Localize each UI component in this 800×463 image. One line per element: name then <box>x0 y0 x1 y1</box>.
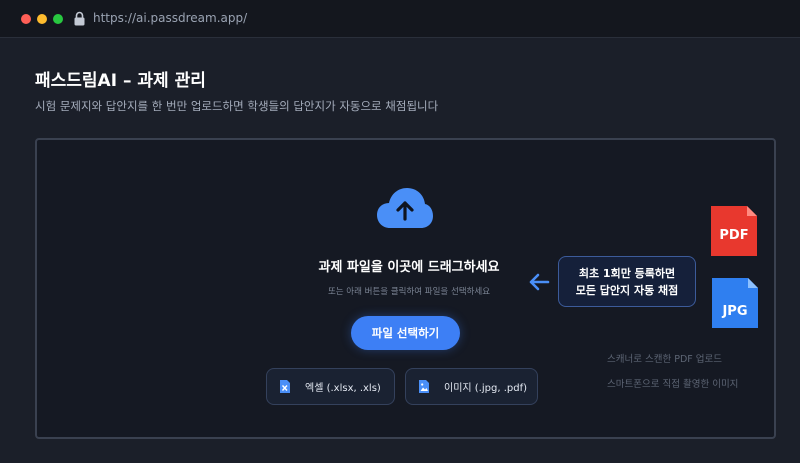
image-format-label: 이미지 (.jpg, .pdf) <box>444 383 527 394</box>
window-maximize-dot[interactable] <box>53 14 63 24</box>
auto-grading-callout: 최초 1회만 등록하면 모든 답안지 자동 채점 <box>558 256 696 307</box>
pdf-file-icon: PDF <box>711 206 757 256</box>
page-subtitle: 시험 문제지와 답안지를 한 번만 업로드하면 학생들의 답안지가 자동으로 채… <box>35 99 439 113</box>
callout-line-2: 모든 답안지 자동 채점 <box>575 283 679 297</box>
callout-line-1: 최초 1회만 등록하면 <box>578 266 676 280</box>
address-bar-url[interactable]: https://ai.passdream.app/ <box>93 11 247 25</box>
lock-icon <box>74 11 85 26</box>
pdf-badge-label: PDF <box>719 228 748 243</box>
scanner-note: 스캐너로 스캔한 PDF 업로드 <box>607 354 722 365</box>
window-minimize-dot[interactable] <box>37 14 47 24</box>
excel-file-icon <box>280 380 290 393</box>
smartphone-note: 스마트폰으로 직접 촬영한 이미지 <box>607 379 739 390</box>
browser-topbar: https://ai.passdream.app/ <box>0 0 800 38</box>
jpg-badge-label: JPG <box>721 304 747 319</box>
excel-format-chip[interactable]: 엑셀 (.xlsx, .xls) <box>266 368 395 405</box>
image-file-icon <box>419 380 429 393</box>
arrow-left-icon <box>529 273 550 291</box>
select-file-button[interactable]: 파일 선택하기 <box>351 316 460 350</box>
page-title: 패스드림AI – 과제 관리 <box>35 71 206 91</box>
jpg-file-icon: JPG <box>712 278 758 328</box>
excel-format-label: 엑셀 (.xlsx, .xls) <box>305 383 381 394</box>
image-format-chip[interactable]: 이미지 (.jpg, .pdf) <box>405 368 538 405</box>
window-close-dot[interactable] <box>21 14 31 24</box>
cloud-upload-icon <box>377 188 433 228</box>
